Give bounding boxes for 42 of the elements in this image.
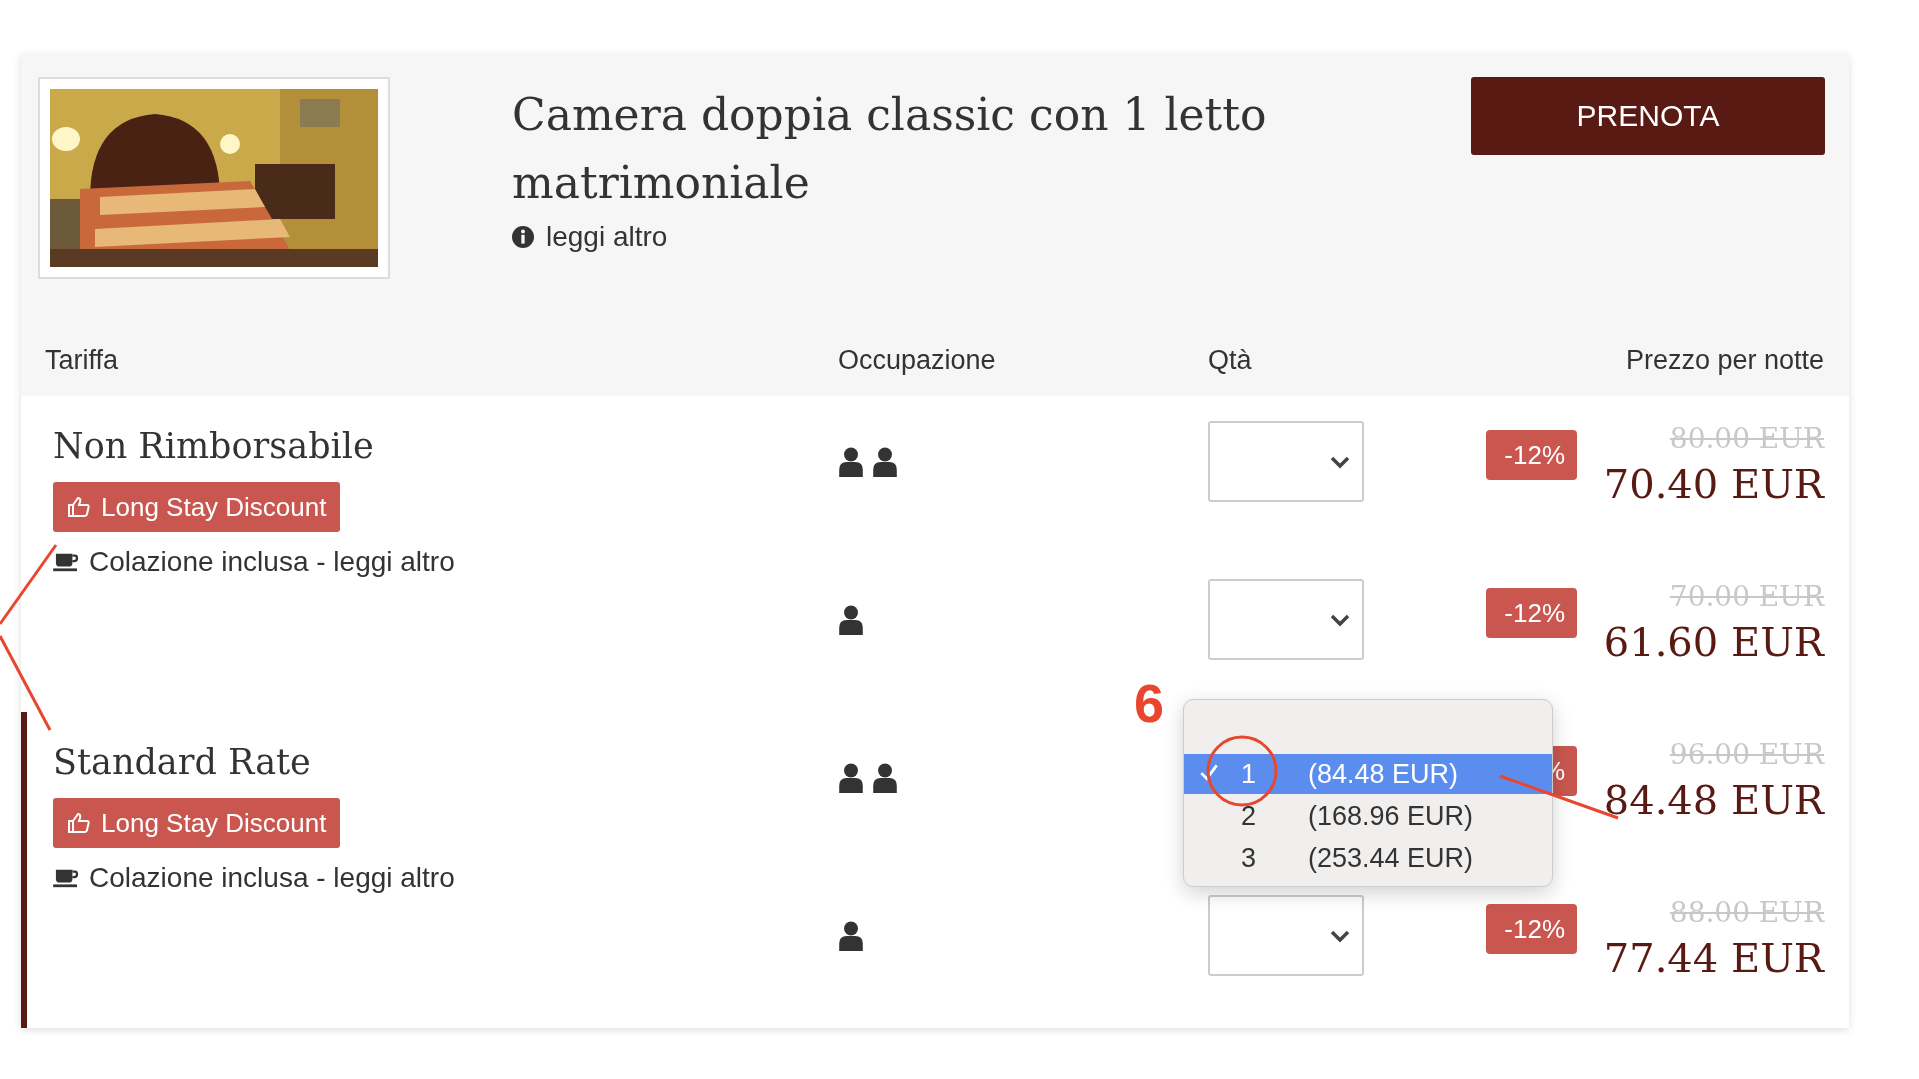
annotation-circle bbox=[1206, 735, 1278, 807]
rate-title: Standard Rate bbox=[53, 741, 312, 784]
chevron-down-icon bbox=[1330, 454, 1350, 469]
promo-tag: Long Stay Discount bbox=[53, 798, 341, 848]
price: 61.60 EUR bbox=[1603, 619, 1824, 665]
price: 77.44 EUR bbox=[1603, 935, 1824, 981]
person-icon bbox=[838, 920, 864, 951]
person-icon bbox=[838, 604, 864, 635]
chevron-down-icon bbox=[1330, 928, 1350, 943]
info-icon bbox=[512, 226, 534, 248]
quantity-select[interactable] bbox=[1208, 421, 1364, 502]
coffee-cup-icon bbox=[53, 867, 79, 889]
breakfast-info: Colazione inclusa - leggi altro bbox=[89, 862, 455, 894]
thumbs-up-icon bbox=[67, 495, 91, 519]
column-header: Tariffa bbox=[45, 344, 120, 376]
coffee-cup-icon bbox=[53, 551, 79, 573]
column-header: Qtà bbox=[1208, 344, 1253, 376]
read-more-link[interactable]: leggi altro bbox=[512, 221, 668, 253]
dropdown-option[interactable]: 3 (253.44 EUR) bbox=[1184, 838, 1552, 878]
discount-badge: -12% bbox=[1486, 904, 1577, 954]
rate-title: Non Rimborsabile bbox=[53, 425, 375, 468]
book-button[interactable]: PRENOTA bbox=[1471, 77, 1825, 155]
person-icon bbox=[838, 446, 864, 477]
quantity-dropdown[interactable]: 1 (84.48 EUR) 2 (168.96 EUR) 3 (253.44 EUR) bbox=[1183, 699, 1553, 887]
person-icon bbox=[872, 762, 898, 793]
dropdown-option[interactable]: 2 (168.96 EUR) bbox=[1184, 796, 1552, 836]
price: 84.48 EUR bbox=[1603, 777, 1824, 823]
discount-badge: -12% bbox=[1486, 430, 1577, 480]
quantity-select[interactable] bbox=[1208, 895, 1364, 976]
promo-tag: Long Stay Discount bbox=[53, 482, 341, 532]
person-icon bbox=[872, 446, 898, 477]
column-header: Occupazione bbox=[838, 344, 997, 376]
price: 70.40 EUR bbox=[1603, 461, 1824, 507]
breakfast-info: Colazione inclusa - leggi altro bbox=[89, 546, 455, 578]
annotation-number: 6 bbox=[1134, 672, 1165, 734]
column-header: Prezzo per notte bbox=[1625, 344, 1824, 376]
chevron-down-icon bbox=[1330, 612, 1350, 627]
thumbs-up-icon bbox=[67, 811, 91, 835]
person-icon bbox=[838, 762, 864, 793]
room-title: Camera doppia classic con 1 letto matrimoniale bbox=[512, 88, 1268, 210]
discount-badge: -12% bbox=[1486, 588, 1577, 638]
quantity-select[interactable] bbox=[1208, 579, 1364, 660]
